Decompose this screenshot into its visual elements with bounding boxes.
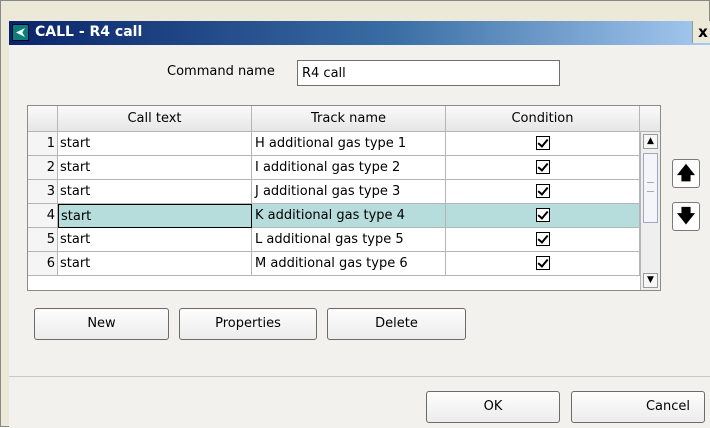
row-number: 5 bbox=[28, 228, 58, 252]
cancel-button[interactable]: Cancel bbox=[571, 391, 705, 423]
up-arrow-icon: 🡅 bbox=[676, 163, 696, 184]
condition-cell[interactable] bbox=[446, 180, 640, 204]
table-row[interactable]: 5 start L additional gas type 5 bbox=[28, 228, 640, 252]
condition-header[interactable]: Condition bbox=[446, 106, 640, 132]
call-text-cell[interactable]: start bbox=[58, 204, 252, 228]
track-name-header[interactable]: Track name bbox=[252, 106, 446, 132]
call-text-header[interactable]: Call text bbox=[58, 106, 252, 132]
condition-cell[interactable] bbox=[446, 228, 640, 252]
scroll-up-button[interactable]: ▲ bbox=[643, 134, 658, 149]
condition-checkbox[interactable] bbox=[535, 207, 550, 222]
condition-cell[interactable] bbox=[446, 204, 640, 228]
table-row[interactable]: 2 start I additional gas type 2 bbox=[28, 156, 640, 180]
calls-table: Call text Track name Condition 1 start H a… bbox=[27, 105, 661, 291]
move-up-button[interactable]: 🡅 bbox=[672, 159, 700, 188]
move-down-button[interactable]: 🡇 bbox=[672, 202, 700, 231]
track-name-cell[interactable]: J additional gas type 3 bbox=[252, 180, 446, 204]
window-title: CALL - R4 call bbox=[35, 24, 143, 40]
condition-cell[interactable] bbox=[446, 132, 640, 156]
new-button[interactable]: New bbox=[34, 308, 169, 340]
command-name-label: Command name bbox=[167, 64, 275, 79]
condition-cell[interactable] bbox=[446, 156, 640, 180]
condition-checkbox[interactable] bbox=[535, 159, 550, 174]
condition-checkbox[interactable] bbox=[535, 231, 550, 246]
row-number: 2 bbox=[28, 156, 58, 180]
close-button[interactable]: x bbox=[692, 21, 710, 43]
table-row[interactable]: 4 start K additional gas type 4 bbox=[28, 204, 640, 228]
table-row[interactable]: 6 start M additional gas type 6 bbox=[28, 252, 640, 276]
title-bar[interactable]: CALL - R4 call x bbox=[9, 21, 710, 45]
row-number: 3 bbox=[28, 180, 58, 204]
call-text-cell[interactable]: start bbox=[58, 132, 252, 156]
call-text-cell[interactable]: start bbox=[58, 252, 252, 276]
down-arrow-icon: 🡇 bbox=[676, 206, 696, 227]
properties-button[interactable]: Properties bbox=[179, 308, 317, 340]
table-scrollbar[interactable]: ▲ ▼ bbox=[640, 132, 660, 290]
table-row[interactable]: 3 start J additional gas type 3 bbox=[28, 180, 640, 204]
condition-checkbox[interactable] bbox=[535, 255, 550, 270]
track-name-cell[interactable]: I additional gas type 2 bbox=[252, 156, 446, 180]
track-name-cell[interactable]: M additional gas type 6 bbox=[252, 252, 446, 276]
delete-button[interactable]: Delete bbox=[327, 308, 466, 340]
header-corner bbox=[640, 106, 660, 132]
track-name-cell[interactable]: L additional gas type 5 bbox=[252, 228, 446, 252]
scroll-down-button[interactable]: ▼ bbox=[643, 273, 658, 288]
command-name-input[interactable] bbox=[297, 60, 560, 86]
app-logo-icon bbox=[12, 24, 29, 41]
row-number: 1 bbox=[28, 132, 58, 156]
table-row[interactable]: 1 start H additional gas type 1 bbox=[28, 132, 640, 156]
condition-checkbox[interactable] bbox=[535, 135, 550, 150]
condition-checkbox[interactable] bbox=[535, 183, 550, 198]
track-name-cell[interactable]: K additional gas type 4 bbox=[252, 204, 446, 228]
row-number-header bbox=[28, 106, 58, 132]
footer-divider bbox=[9, 376, 710, 377]
row-number: 6 bbox=[28, 252, 58, 276]
dialog-window: CALL - R4 call x Command name Call text … bbox=[0, 0, 710, 428]
ok-button[interactable]: OK bbox=[426, 391, 560, 423]
row-number: 4 bbox=[28, 204, 58, 228]
call-text-cell[interactable]: start bbox=[58, 180, 252, 204]
track-name-cell[interactable]: H additional gas type 1 bbox=[252, 132, 446, 156]
condition-cell[interactable] bbox=[446, 252, 640, 276]
call-text-cell[interactable]: start bbox=[58, 228, 252, 252]
scroll-thumb[interactable] bbox=[643, 153, 658, 223]
call-text-cell[interactable]: start bbox=[58, 156, 252, 180]
